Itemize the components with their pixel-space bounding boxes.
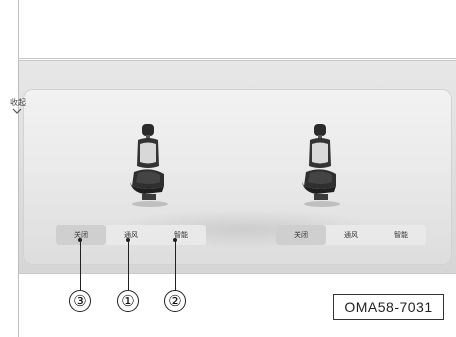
callout-marker-3: ③ [69, 290, 91, 312]
callout-line-2 [175, 240, 176, 292]
driver-ventilate-button[interactable]: 通风 [106, 225, 156, 245]
callout-line-1 [128, 240, 129, 292]
driver-seat-icon [130, 124, 168, 207]
manual-figure: 收起 关闭 通风 智能 关闭 通风 智能 ③ ① ② OMA58-7031 [0, 0, 456, 337]
chevron-down-icon [12, 108, 22, 114]
driver-off-button[interactable]: 关闭 [56, 225, 106, 245]
callout-line-3 [80, 240, 81, 292]
passenger-seat-mode-selector: 关闭 通风 智能 [276, 225, 426, 245]
figure-code-label: OMA58-7031 [333, 294, 444, 320]
driver-smart-button[interactable]: 智能 [156, 225, 206, 245]
passenger-smart-button[interactable]: 智能 [376, 225, 426, 245]
driver-seat-mode-selector: 关闭 通风 智能 [56, 225, 206, 245]
passenger-seat-icon [302, 124, 340, 207]
frame-top-border [18, 58, 456, 59]
collapse-label: 收起 [10, 98, 26, 107]
collapse-button[interactable]: 收起 [10, 98, 40, 118]
passenger-off-button[interactable]: 关闭 [276, 225, 326, 245]
passenger-ventilate-button[interactable]: 通风 [326, 225, 376, 245]
callout-marker-1: ① [117, 290, 139, 312]
callout-marker-2: ② [164, 290, 186, 312]
